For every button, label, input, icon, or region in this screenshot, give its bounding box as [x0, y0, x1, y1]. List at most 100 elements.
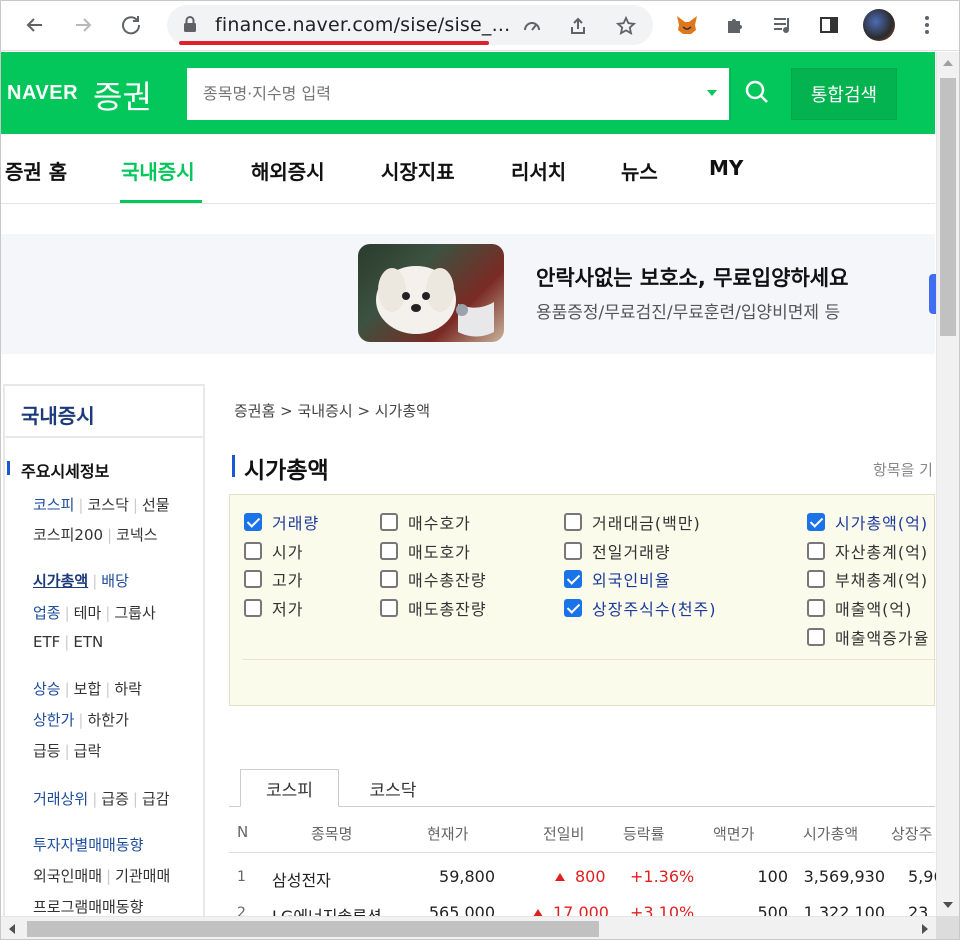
checkbox[interactable] — [564, 513, 582, 531]
sidebar-item-surge[interactable]: 급등 — [33, 742, 61, 760]
sidebar-item-flat[interactable]: 보합 — [74, 680, 102, 698]
col-mcap[interactable]: 시가총액 — [803, 823, 858, 844]
sidebar-item-spike[interactable]: 급증 — [101, 790, 129, 808]
sidebar-item-futures[interactable]: 선물 — [142, 496, 170, 514]
scroll-right-icon[interactable] — [922, 924, 928, 934]
checkbox[interactable] — [564, 599, 582, 617]
sidebar-item-etn[interactable]: ETN — [73, 633, 103, 651]
checkbox[interactable] — [564, 542, 582, 560]
sidebar-item-rise[interactable]: 상승 — [33, 680, 61, 698]
sidebar-item-volume-top[interactable]: 거래상위 — [33, 790, 88, 808]
option-trading-value[interactable]: 거래대금(백만) — [564, 510, 701, 534]
ad-banner[interactable]: 안락사없는 보호소, 무료입양하세요 용품증정/무료검진/무료훈련/입양비면제 … — [1, 234, 937, 354]
checkbox[interactable] — [244, 599, 262, 617]
checkbox[interactable] — [807, 628, 825, 646]
nav-domestic[interactable]: 국내증시 — [121, 156, 195, 185]
option-market-cap[interactable]: 시가총액(억) — [807, 510, 928, 534]
sidebar-item-group[interactable]: 그룹사 — [114, 604, 155, 622]
sidebar-item-fall[interactable]: 하락 — [114, 680, 142, 698]
search-button[interactable] — [730, 68, 782, 120]
checkbox[interactable] — [244, 513, 262, 531]
more-icon[interactable] — [913, 11, 941, 39]
scroll-thumb[interactable] — [27, 921, 599, 937]
sidebar-item-kospi[interactable]: 코스피 — [33, 496, 74, 514]
checkbox[interactable] — [807, 542, 825, 560]
checkbox[interactable] — [807, 599, 825, 617]
horizontal-scrollbar[interactable] — [1, 916, 936, 939]
sidepanel-icon[interactable] — [815, 11, 843, 39]
media-icon[interactable] — [769, 11, 797, 39]
checkbox[interactable] — [244, 542, 262, 560]
sidebar-item-kospi200[interactable]: 코스피200 — [33, 526, 103, 544]
search-input[interactable] — [187, 68, 667, 118]
nav-home[interactable]: 증권 홈 — [5, 156, 67, 185]
option-total-liabilities[interactable]: 부채총계(억) — [807, 567, 928, 591]
col-n[interactable]: N — [237, 823, 248, 841]
col-price[interactable]: 현재가 — [427, 823, 468, 844]
scroll-up-icon[interactable] — [943, 60, 953, 66]
sidebar-item-institution-trading[interactable]: 기관매매 — [115, 867, 170, 885]
nav-world[interactable]: 해외증시 — [251, 156, 325, 185]
scroll-left-icon[interactable] — [9, 924, 15, 934]
sidebar-item-konex[interactable]: 코넥스 — [116, 526, 157, 544]
option-open[interactable]: 시가 — [244, 539, 303, 563]
ad-subtitle[interactable]: 용품증정/무료검진/무료훈련/입양비면제 등 — [536, 298, 840, 323]
sidebar-item-dividend[interactable]: 배당 — [101, 572, 129, 590]
address-bar[interactable]: finance.naver.com/sise/sise_... — [167, 5, 653, 45]
url-text[interactable]: finance.naver.com/sise/sise_... — [215, 14, 510, 36]
avatar[interactable] — [863, 9, 895, 41]
option-total-assets[interactable]: 자산총계(억) — [807, 539, 928, 563]
checkbox[interactable] — [380, 513, 398, 531]
option-revenue[interactable]: 매출액(억) — [807, 596, 912, 620]
checkbox[interactable] — [807, 513, 825, 531]
sidebar-item-program-trading[interactable]: 프로그램매매동향 — [33, 898, 143, 916]
tab-kospi[interactable]: 코스피 — [240, 769, 339, 807]
sidebar-section-title[interactable]: 주요시세정보 — [6, 458, 109, 482]
finance-logo[interactable]: 증권 — [93, 72, 152, 118]
sidebar-item-investor-trend[interactable]: 투자자별매매동향 — [33, 836, 143, 854]
forward-icon[interactable] — [67, 9, 99, 41]
option-high[interactable]: 고가 — [244, 567, 303, 591]
lock-icon[interactable] — [183, 15, 197, 37]
sidebar-item-lower-limit[interactable]: 하한가 — [87, 711, 128, 729]
checkbox[interactable] — [380, 542, 398, 560]
ad-title[interactable]: 안락사없는 보호소, 무료입양하세요 — [536, 262, 848, 292]
naver-logo[interactable]: NAVER — [7, 82, 78, 105]
col-par[interactable]: 액면가 — [713, 823, 754, 844]
col-name[interactable]: 종목명 — [311, 823, 352, 844]
option-listed-shares[interactable]: 상장주식수(천주) — [564, 596, 717, 620]
option-low[interactable]: 저가 — [244, 596, 303, 620]
checkbox[interactable] — [380, 599, 398, 617]
sidebar-item-marketcap[interactable]: 시가총액 — [33, 572, 88, 590]
item-select-link[interactable]: 항목을 기 — [873, 459, 933, 480]
option-volume[interactable]: 거래량 — [244, 510, 319, 534]
puzzle-icon[interactable] — [721, 11, 749, 39]
checkbox[interactable] — [244, 570, 262, 588]
sidebar-item-etf[interactable]: ETF — [33, 633, 60, 651]
sidebar-item-drop[interactable]: 급감 — [142, 790, 170, 808]
integrated-search-button[interactable]: 통합검색 — [791, 68, 897, 120]
breadcrumb[interactable]: 증권홈 > 국내증시 > 시가총액 — [234, 400, 430, 421]
vertical-scrollbar[interactable] — [936, 52, 959, 916]
star-icon[interactable] — [615, 15, 637, 37]
stock-name[interactable]: 삼성전자 — [272, 867, 331, 891]
sidebar-item-sector[interactable]: 업종 — [33, 604, 61, 622]
nav-news[interactable]: 뉴스 — [621, 156, 658, 185]
sidebar-item-plunge[interactable]: 급락 — [74, 742, 102, 760]
option-prev-volume[interactable]: 전일거래량 — [564, 539, 671, 563]
col-rate[interactable]: 등락률 — [623, 823, 664, 844]
scroll-thumb[interactable] — [940, 78, 956, 336]
option-bid[interactable]: 매수호가 — [380, 510, 471, 534]
back-icon[interactable] — [19, 9, 51, 41]
checkbox[interactable] — [807, 570, 825, 588]
option-ask[interactable]: 매도호가 — [380, 539, 471, 563]
nav-indicators[interactable]: 시장지표 — [381, 156, 455, 185]
ad-image-dog[interactable] — [358, 244, 504, 342]
sidebar-item-kosdaq[interactable]: 코스닥 — [87, 496, 128, 514]
speedometer-icon[interactable] — [521, 15, 543, 37]
col-change[interactable]: 전일비 — [543, 823, 584, 844]
tab-kosdaq[interactable]: 코스닥 — [353, 769, 433, 807]
option-total-bid[interactable]: 매수총잔량 — [380, 567, 487, 591]
search-box[interactable] — [187, 68, 729, 120]
option-revenue-growth[interactable]: 매출액증가율 — [807, 625, 929, 649]
